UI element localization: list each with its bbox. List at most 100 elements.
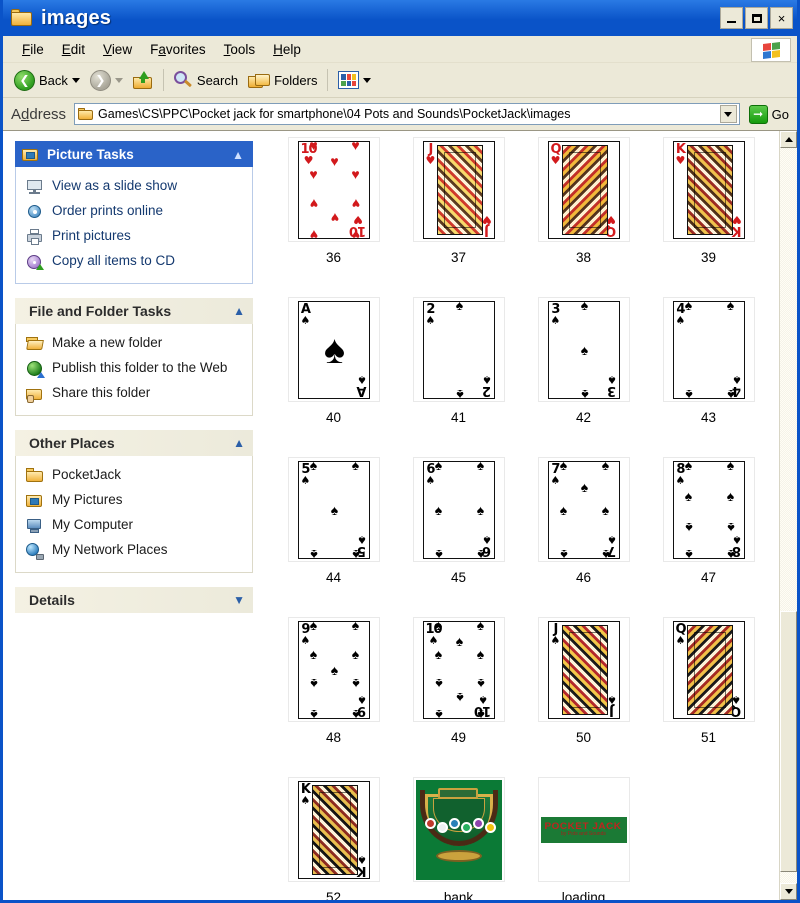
file-item[interactable]: 2 ♠ 2 ♠ ♠ ♠ 41 bbox=[396, 297, 521, 457]
explorer-window: images × File Edit View Favorites Tools … bbox=[0, 0, 800, 903]
place-my-computer[interactable]: My Computer bbox=[26, 513, 244, 538]
file-item[interactable]: 6 ♠ 6 ♠ ♠ ♠ ♠ ♠ ♠ ♠ 45 bbox=[396, 457, 521, 617]
file-thumbnail[interactable]: Q ♠ Q ♠ bbox=[662, 617, 755, 722]
folders-button[interactable]: Folders bbox=[243, 67, 322, 93]
file-thumbnail[interactable]: 3 ♠ 3 ♠ ♠ ♠ ♠ bbox=[537, 297, 630, 402]
place-pocketjack[interactable]: PocketJack bbox=[26, 463, 244, 488]
vertical-scrollbar[interactable] bbox=[779, 131, 797, 900]
task-view-slideshow[interactable]: View as a slide show bbox=[26, 174, 244, 199]
file-thumbnail[interactable]: 8 ♠ 8 ♠ ♠ ♠ ♠ ♠ ♠ ♠ ♠ ♠ bbox=[662, 457, 755, 562]
file-item[interactable]: J ♠ J ♠ 50 bbox=[521, 617, 646, 777]
file-label: 43 bbox=[700, 410, 717, 425]
panel-body-other-places: PocketJack My Pictures My Computer My Ne… bbox=[15, 456, 253, 573]
back-button[interactable]: ❮ Back bbox=[9, 67, 85, 93]
chevron-up-icon[interactable]: ▲ bbox=[232, 148, 244, 162]
file-item[interactable]: Q ♥ Q ♥ 38 bbox=[521, 137, 646, 297]
panel-header-other-places[interactable]: Other Places ▲ bbox=[15, 430, 253, 456]
file-thumbnail[interactable]: K ♠ K ♠ bbox=[287, 777, 380, 882]
file-thumbnail[interactable]: 9 ♠ 9 ♠ ♠ ♠ ♠ ♠ ♠ ♠ ♠ ♠ ♠ bbox=[287, 617, 380, 722]
scroll-down-icon[interactable] bbox=[780, 883, 797, 900]
file-thumbnail[interactable] bbox=[412, 777, 505, 882]
card-face-artwork bbox=[561, 624, 608, 715]
playing-card-9-spades: 9 ♠ 9 ♠ ♠ ♠ ♠ ♠ ♠ ♠ ♠ ♠ ♠ bbox=[297, 620, 370, 719]
file-item[interactable]: 9 ♠ 9 ♠ ♠ ♠ ♠ ♠ ♠ ♠ ♠ ♠ ♠ 48 bbox=[271, 617, 396, 777]
search-button[interactable]: Search bbox=[169, 67, 243, 93]
card-pips: ♥ ♥ ♥ ♥ ♥ ♥ ♥ ♥ ♥ ♥ bbox=[309, 140, 360, 239]
card-pips: ♠ ♠ ♠ ♠ ♠ ♠ ♠ bbox=[559, 460, 610, 559]
address-dropdown-button[interactable] bbox=[719, 105, 737, 123]
my-pictures-icon bbox=[26, 492, 44, 510]
file-item[interactable]: 10 ♠ 10 ♠ ♠ ♠ ♠ ♠ ♠ ♠ ♠ ♠ ♠ ♠ 49 bbox=[396, 617, 521, 777]
file-thumbnail[interactable]: 10 ♠ 10 ♠ ♠ ♠ ♠ ♠ ♠ ♠ ♠ ♠ ♠ ♠ bbox=[412, 617, 505, 722]
menu-file[interactable]: File bbox=[13, 39, 53, 60]
slideshow-icon bbox=[26, 178, 44, 196]
file-item[interactable]: bank bbox=[396, 777, 521, 900]
file-thumbnail[interactable]: J ♠ J ♠ bbox=[537, 617, 630, 722]
file-thumbnail[interactable]: 7 ♠ 7 ♠ ♠ ♠ ♠ ♠ ♠ ♠ ♠ bbox=[537, 457, 630, 562]
folder-icon bbox=[11, 9, 33, 27]
file-thumbnail[interactable]: Q ♥ Q ♥ bbox=[537, 137, 630, 242]
file-item[interactable]: J ♥ J ♥ 37 bbox=[396, 137, 521, 297]
chevron-up-icon[interactable]: ▲ bbox=[233, 304, 245, 318]
menu-favorites[interactable]: Favorites bbox=[141, 39, 215, 60]
menu-tools[interactable]: Tools bbox=[215, 39, 265, 60]
panel-header-details[interactable]: Details ▼ bbox=[15, 587, 253, 613]
task-copy-to-cd[interactable]: Copy all items to CD bbox=[26, 249, 244, 274]
file-thumbnail[interactable]: 2 ♠ 2 ♠ ♠ ♠ bbox=[412, 297, 505, 402]
playing-card-6-spades: 6 ♠ 6 ♠ ♠ ♠ ♠ ♠ ♠ ♠ bbox=[422, 460, 495, 559]
file-thumbnail[interactable]: 4 ♠ 4 ♠ ♠ ♠ ♠ ♠ bbox=[662, 297, 755, 402]
up-button[interactable] bbox=[128, 67, 158, 93]
back-dropdown-icon[interactable] bbox=[71, 77, 80, 83]
place-my-network-places[interactable]: My Network Places bbox=[26, 538, 244, 563]
playing-card-k-spades: K ♠ K ♠ bbox=[297, 780, 370, 879]
file-item[interactable]: POCKET JACK by Pots and Sounds loading bbox=[521, 777, 646, 900]
place-my-pictures[interactable]: My Pictures bbox=[26, 488, 244, 513]
task-share-folder[interactable]: Share this folder bbox=[26, 381, 244, 406]
scrollbar-thumb[interactable] bbox=[780, 611, 797, 872]
file-thumbnail[interactable]: A ♠ A ♠ ♠ bbox=[287, 297, 380, 402]
file-item[interactable]: 5 ♠ 5 ♠ ♠ ♠ ♠ ♠ ♠ 44 bbox=[271, 457, 396, 617]
address-input[interactable]: Games\CS\PPC\Pocket jack for smartphone\… bbox=[74, 103, 740, 125]
file-thumbnail[interactable]: 5 ♠ 5 ♠ ♠ ♠ ♠ ♠ ♠ bbox=[287, 457, 380, 562]
task-order-prints[interactable]: Order prints online bbox=[26, 199, 244, 224]
minimize-button[interactable] bbox=[720, 7, 743, 29]
file-item[interactable]: A ♠ A ♠ ♠ 40 bbox=[271, 297, 396, 457]
chevron-up-icon[interactable]: ▲ bbox=[233, 436, 245, 450]
panel-header-file-folder-tasks[interactable]: File and Folder Tasks ▲ bbox=[15, 298, 253, 324]
forward-button[interactable]: ❯ bbox=[85, 67, 128, 93]
file-item[interactable]: 7 ♠ 7 ♠ ♠ ♠ ♠ ♠ ♠ ♠ ♠ 46 bbox=[521, 457, 646, 617]
menu-edit[interactable]: Edit bbox=[53, 39, 94, 60]
task-make-new-folder[interactable]: Make a new folder bbox=[26, 331, 244, 356]
menu-view[interactable]: View bbox=[94, 39, 141, 60]
menu-help[interactable]: Help bbox=[264, 39, 310, 60]
card-corner-br: K ♠ bbox=[356, 852, 367, 878]
scroll-up-icon[interactable] bbox=[780, 131, 797, 148]
forward-dropdown-icon[interactable] bbox=[114, 77, 123, 83]
file-thumbnail[interactable]: 6 ♠ 6 ♠ ♠ ♠ ♠ ♠ ♠ ♠ bbox=[412, 457, 505, 562]
maximize-button[interactable] bbox=[745, 7, 768, 29]
file-item[interactable]: 10 ♥ 10 ♥ ♥ ♥ ♥ ♥ ♥ ♥ ♥ ♥ ♥ ♥ 36 bbox=[271, 137, 396, 297]
file-thumbnail[interactable]: POCKET JACK by Pots and Sounds bbox=[537, 777, 630, 882]
file-item[interactable]: K ♠ K ♠ 52 bbox=[271, 777, 396, 900]
file-item[interactable]: 4 ♠ 4 ♠ ♠ ♠ ♠ ♠ 43 bbox=[646, 297, 771, 457]
file-item[interactable]: K ♥ K ♥ 39 bbox=[646, 137, 771, 297]
task-publish-to-web[interactable]: Publish this folder to the Web bbox=[26, 356, 244, 381]
file-thumbnail[interactable]: 10 ♥ 10 ♥ ♥ ♥ ♥ ♥ ♥ ♥ ♥ ♥ ♥ ♥ bbox=[287, 137, 380, 242]
scrollbar-track[interactable] bbox=[780, 148, 797, 883]
file-thumbnail[interactable]: J ♥ J ♥ bbox=[412, 137, 505, 242]
file-item[interactable]: 8 ♠ 8 ♠ ♠ ♠ ♠ ♠ ♠ ♠ ♠ ♠ 47 bbox=[646, 457, 771, 617]
file-item[interactable]: 3 ♠ 3 ♠ ♠ ♠ ♠ 42 bbox=[521, 297, 646, 457]
views-button[interactable] bbox=[333, 67, 376, 93]
chevron-down-icon[interactable]: ▼ bbox=[233, 593, 245, 607]
task-label: Order prints online bbox=[52, 203, 164, 218]
file-list-view[interactable]: 10 ♥ 10 ♥ ♥ ♥ ♥ ♥ ♥ ♥ ♥ ♥ ♥ ♥ 36 J ♥ J ♥ 37 Q ♥ Q ♥ 38 K ♥ K ♥ 39 A ♠ A ♠… bbox=[265, 131, 779, 900]
panel-header-picture-tasks[interactable]: Picture Tasks ▲ bbox=[15, 141, 253, 167]
close-button[interactable]: × bbox=[770, 7, 793, 29]
views-dropdown-icon[interactable] bbox=[363, 77, 372, 83]
task-print-pictures[interactable]: Print pictures bbox=[26, 224, 244, 249]
share-folder-icon bbox=[26, 385, 44, 403]
network-places-icon bbox=[26, 542, 44, 560]
file-thumbnail[interactable]: K ♥ K ♥ bbox=[662, 137, 755, 242]
file-item[interactable]: Q ♠ Q ♠ 51 bbox=[646, 617, 771, 777]
go-button[interactable]: ➞ Go bbox=[745, 104, 793, 124]
